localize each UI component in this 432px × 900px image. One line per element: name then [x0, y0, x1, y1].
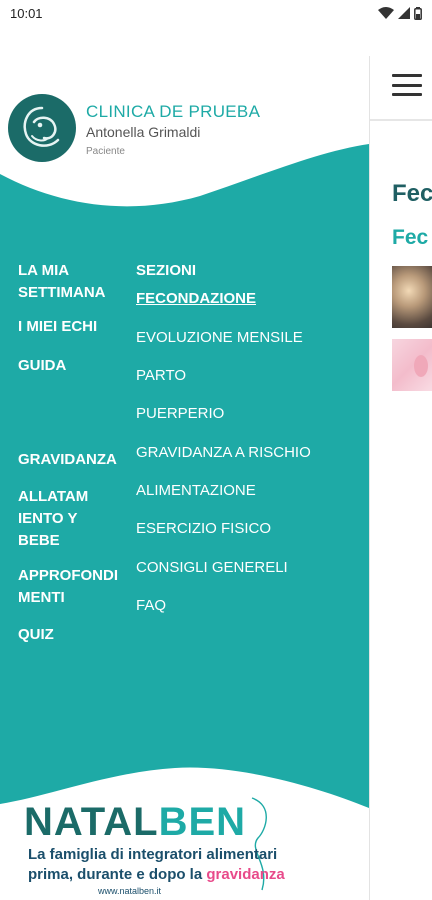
sections-header: SEZIONI: [136, 262, 197, 279]
clinic-logo-icon: [8, 94, 76, 162]
menu-item-line: APPROFONDI MENTI: [18, 567, 119, 606]
natalben-banner[interactable]: NATALBEN La famiglia di integratori alim…: [0, 786, 369, 900]
article-thumbnail[interactable]: [392, 266, 432, 328]
menu-item-line: GUIDA: [18, 357, 67, 374]
navigation-drawer: CLINICA DE PRUEBA Antonella Grimaldi Pac…: [0, 56, 369, 900]
ad-brand-part2: BEN: [158, 800, 247, 844]
menu-item-line: LA MIA SETTIMANA: [18, 262, 106, 301]
menu-item-la-mia-settimana[interactable]: LA MIA SETTIMANA: [18, 260, 106, 304]
menu-item-allattamento-y-bebe[interactable]: ALLATAM IENTO Y BEBE: [18, 486, 88, 552]
ad-tagline-2: prima, durante e dopo la gravidanza: [28, 866, 285, 883]
section-evoluzione-mensile[interactable]: EVOLUZIONE MENSILE: [136, 327, 303, 349]
section-alimentazione[interactable]: ALIMENTAZIONE: [136, 480, 256, 502]
section-faq[interactable]: FAQ: [136, 595, 166, 617]
menu-item-i-miei-echi[interactable]: I MIEI ECHI: [18, 316, 97, 338]
app-screen: 10:01 Fec Fec CLINICA DE PRUEBA Antonell…: [0, 0, 432, 900]
menu-item-line: I MIEI ECHI: [18, 318, 98, 335]
battery-icon: [414, 6, 422, 20]
page-subtitle: Fec: [392, 226, 429, 249]
drawer-wave-background: [0, 144, 369, 808]
section-parto[interactable]: PARTO: [136, 365, 186, 387]
menu-item-quiz[interactable]: QUIZ: [18, 624, 54, 646]
ad-brand: NATALBEN: [24, 800, 246, 844]
menu-item-line: QUIZ: [18, 626, 54, 643]
menu-item-line: GRAVIDANZA: [18, 451, 117, 468]
ad-tagline-1: La famiglia di integratori alimentari: [28, 846, 278, 863]
clinic-name: CLINICA DE PRUEBA: [86, 102, 261, 121]
menu-item-gravidanza[interactable]: GRAVIDANZA: [18, 449, 117, 471]
signal-icon: [398, 7, 410, 19]
section-esercizio-fisico[interactable]: ESERCIZIO FISICO: [136, 518, 271, 540]
ad-tagline-2-highlight: gravidanza: [206, 866, 285, 883]
toolbar-divider: [370, 119, 432, 121]
page-title: Fec: [392, 180, 432, 207]
hamburger-menu-icon[interactable]: [392, 74, 422, 96]
background-page: Fec Fec: [369, 56, 432, 900]
section-consigli-genereli[interactable]: CONSIGLI GENERELI: [136, 557, 288, 579]
wifi-icon: [378, 7, 394, 19]
section-puerperio[interactable]: PUERPERIO: [136, 403, 224, 425]
ad-url: www.natalben.it: [98, 886, 162, 896]
status-icons: [378, 6, 422, 20]
ad-tagline-2-prefix: prima, durante e dopo la: [28, 866, 207, 883]
menu-item-line: ALLATAM IENTO Y BEBE: [18, 488, 89, 549]
ad-brand-part1: NATAL: [24, 800, 159, 844]
menu-item-guida[interactable]: GUIDA: [18, 355, 66, 377]
user-name: Antonella Grimaldi: [86, 124, 201, 140]
section-fecondazione[interactable]: FECONDAZIONE: [136, 288, 256, 310]
status-bar: 10:01: [0, 0, 432, 26]
menu-item-approfondimenti[interactable]: APPROFONDI MENTI: [18, 565, 118, 609]
status-time: 10:01: [10, 5, 43, 21]
section-gravidanza-a-rischio[interactable]: GRAVIDANZA A RISCHIO: [136, 442, 311, 464]
user-role: Paciente: [86, 146, 125, 157]
article-thumbnail[interactable]: [392, 339, 432, 391]
